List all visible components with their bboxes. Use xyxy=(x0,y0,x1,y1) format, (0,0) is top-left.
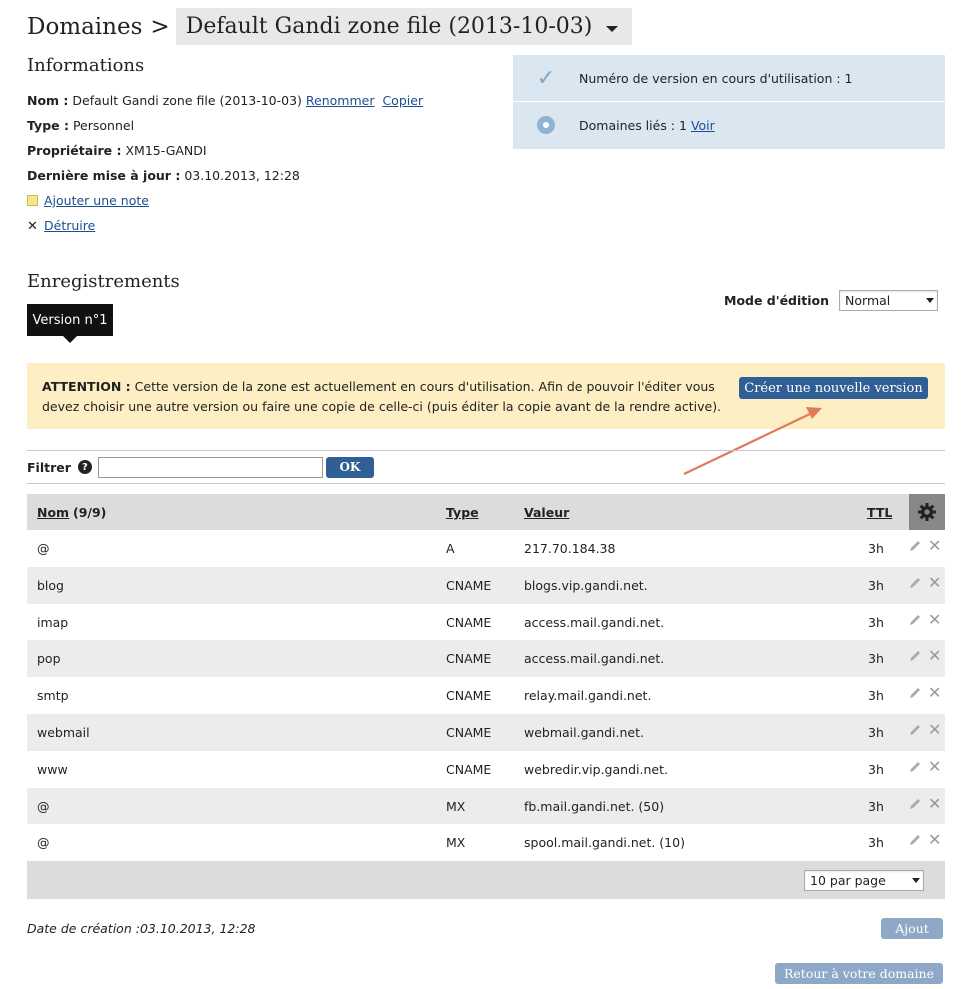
cell-nom: pop xyxy=(37,651,61,667)
back-to-domain-button[interactable]: Retour à votre domaine xyxy=(775,963,943,984)
cell-type: CNAME xyxy=(446,614,492,630)
cell-nom: @ xyxy=(37,541,50,556)
col-header-count: (9/9) xyxy=(73,505,107,520)
cell-type: CNAME xyxy=(446,724,492,740)
cell-valeur: spool.mail.gandi.net. (10) xyxy=(524,835,685,851)
gear-icon xyxy=(918,503,936,521)
cell-type: CNAME xyxy=(446,651,492,667)
table-row: www CNAME webredir.vip.gandi.net. 3h ✕ xyxy=(27,751,945,788)
table-row: @ A 217.70.184.38 3h ✕ xyxy=(27,530,945,567)
cell-nom: @ xyxy=(37,798,50,814)
per-page-select[interactable]: 10 par page xyxy=(804,870,924,892)
records-table: Nom (9/9) Type Valeur TTL @ A 217.70.184… xyxy=(27,494,945,900)
cell-ttl: 3h xyxy=(868,577,884,593)
cell-ttl: 3h xyxy=(868,724,884,740)
table-row: @ MX fb.mail.gandi.net. (50) 3h ✕ xyxy=(27,787,945,825)
cell-ttl: 3h xyxy=(868,614,884,630)
cell-valeur: relay.mail.gandi.net. xyxy=(524,688,652,704)
table-row: smtp CNAME relay.mail.gandi.net. 3h ✕ xyxy=(27,677,945,714)
cell-ttl: 3h xyxy=(868,688,884,704)
edit-icon[interactable] xyxy=(908,649,922,663)
creation-date: Date de création :03.10.2013, 12:28 xyxy=(27,921,256,936)
edit-icon[interactable] xyxy=(908,539,922,553)
filter-ok-button[interactable]: OK xyxy=(325,456,374,478)
table-row: blog CNAME blogs.vip.gandi.net. 3h ✕ xyxy=(27,566,945,604)
dropdown-arrow-icon xyxy=(909,871,923,890)
table-footer: 10 par page xyxy=(27,861,945,900)
cell-valeur: 217.70.184.38 xyxy=(524,541,616,556)
cell-ttl: 3h xyxy=(868,651,884,667)
col-header-ttl[interactable]: TTL xyxy=(867,505,892,520)
delete-icon[interactable]: ✕ xyxy=(928,574,941,590)
edit-icon[interactable] xyxy=(908,723,922,737)
filter-label: Filtrer xyxy=(27,459,71,475)
delete-icon[interactable]: ✕ xyxy=(928,721,941,737)
cell-valeur: webredir.vip.gandi.net. xyxy=(524,761,668,777)
cell-type: CNAME xyxy=(446,761,492,777)
table-row: imap CNAME access.mail.gandi.net. 3h ✕ xyxy=(27,604,945,641)
filter-input[interactable] xyxy=(97,456,323,478)
cell-valeur: blogs.vip.gandi.net. xyxy=(524,577,648,593)
col-header-valeur[interactable]: Valeur xyxy=(524,505,569,520)
cell-valeur: access.mail.gandi.net. xyxy=(524,614,665,630)
cell-nom: www xyxy=(37,761,68,777)
delete-icon[interactable]: ✕ xyxy=(928,648,941,664)
table-row: @ MX spool.mail.gandi.net. (10) 3h ✕ xyxy=(27,824,945,861)
cell-valeur: webmail.gandi.net. xyxy=(524,724,644,740)
cell-ttl: 3h xyxy=(868,541,884,556)
table-header: Nom (9/9) Type Valeur TTL xyxy=(27,494,945,530)
edit-icon[interactable] xyxy=(908,613,922,627)
per-page-value: 10 par page xyxy=(810,873,886,889)
divider xyxy=(27,483,945,484)
cell-nom: webmail xyxy=(37,724,90,740)
edit-icon[interactable] xyxy=(908,833,922,847)
edit-icon[interactable] xyxy=(908,797,922,811)
edit-icon[interactable] xyxy=(908,576,922,590)
cell-ttl: 3h xyxy=(868,835,884,851)
cell-type: A xyxy=(446,541,455,556)
edit-icon[interactable] xyxy=(908,760,922,774)
delete-icon[interactable]: ✕ xyxy=(928,758,941,774)
cell-ttl: 3h xyxy=(868,761,884,777)
col-header-nom[interactable]: Nom xyxy=(37,505,69,520)
cell-type: MX xyxy=(446,835,466,851)
filter-bar: Filtrer ? OK xyxy=(27,456,374,478)
cell-nom: @ xyxy=(37,835,50,851)
delete-icon[interactable]: ✕ xyxy=(928,795,941,811)
cell-type: CNAME xyxy=(446,688,492,704)
delete-icon[interactable]: ✕ xyxy=(928,685,941,701)
help-icon[interactable]: ? xyxy=(77,460,92,474)
cell-ttl: 3h xyxy=(868,798,884,814)
delete-icon[interactable]: ✕ xyxy=(928,538,941,554)
cell-valeur: fb.mail.gandi.net. (50) xyxy=(524,798,665,814)
delete-icon[interactable]: ✕ xyxy=(928,611,941,627)
cell-type: MX xyxy=(446,798,466,814)
col-header-type[interactable]: Type xyxy=(446,505,479,520)
table-settings[interactable] xyxy=(909,494,945,530)
table-row: pop CNAME access.mail.gandi.net. 3h ✕ xyxy=(27,640,945,678)
delete-icon[interactable]: ✕ xyxy=(928,832,941,848)
cell-nom: blog xyxy=(37,577,64,593)
cell-nom: imap xyxy=(37,614,69,630)
table-row: webmail CNAME webmail.gandi.net. 3h ✕ xyxy=(27,713,945,751)
edit-icon[interactable] xyxy=(908,686,922,700)
cell-valeur: access.mail.gandi.net. xyxy=(524,651,665,667)
table-body: @ A 217.70.184.38 3h ✕ blog CNAME blogs.vip.gan… xyxy=(27,530,945,861)
cell-type: CNAME xyxy=(446,577,492,593)
add-record-button[interactable]: Ajout xyxy=(881,918,943,939)
cell-nom: smtp xyxy=(37,688,69,704)
divider xyxy=(27,450,945,451)
